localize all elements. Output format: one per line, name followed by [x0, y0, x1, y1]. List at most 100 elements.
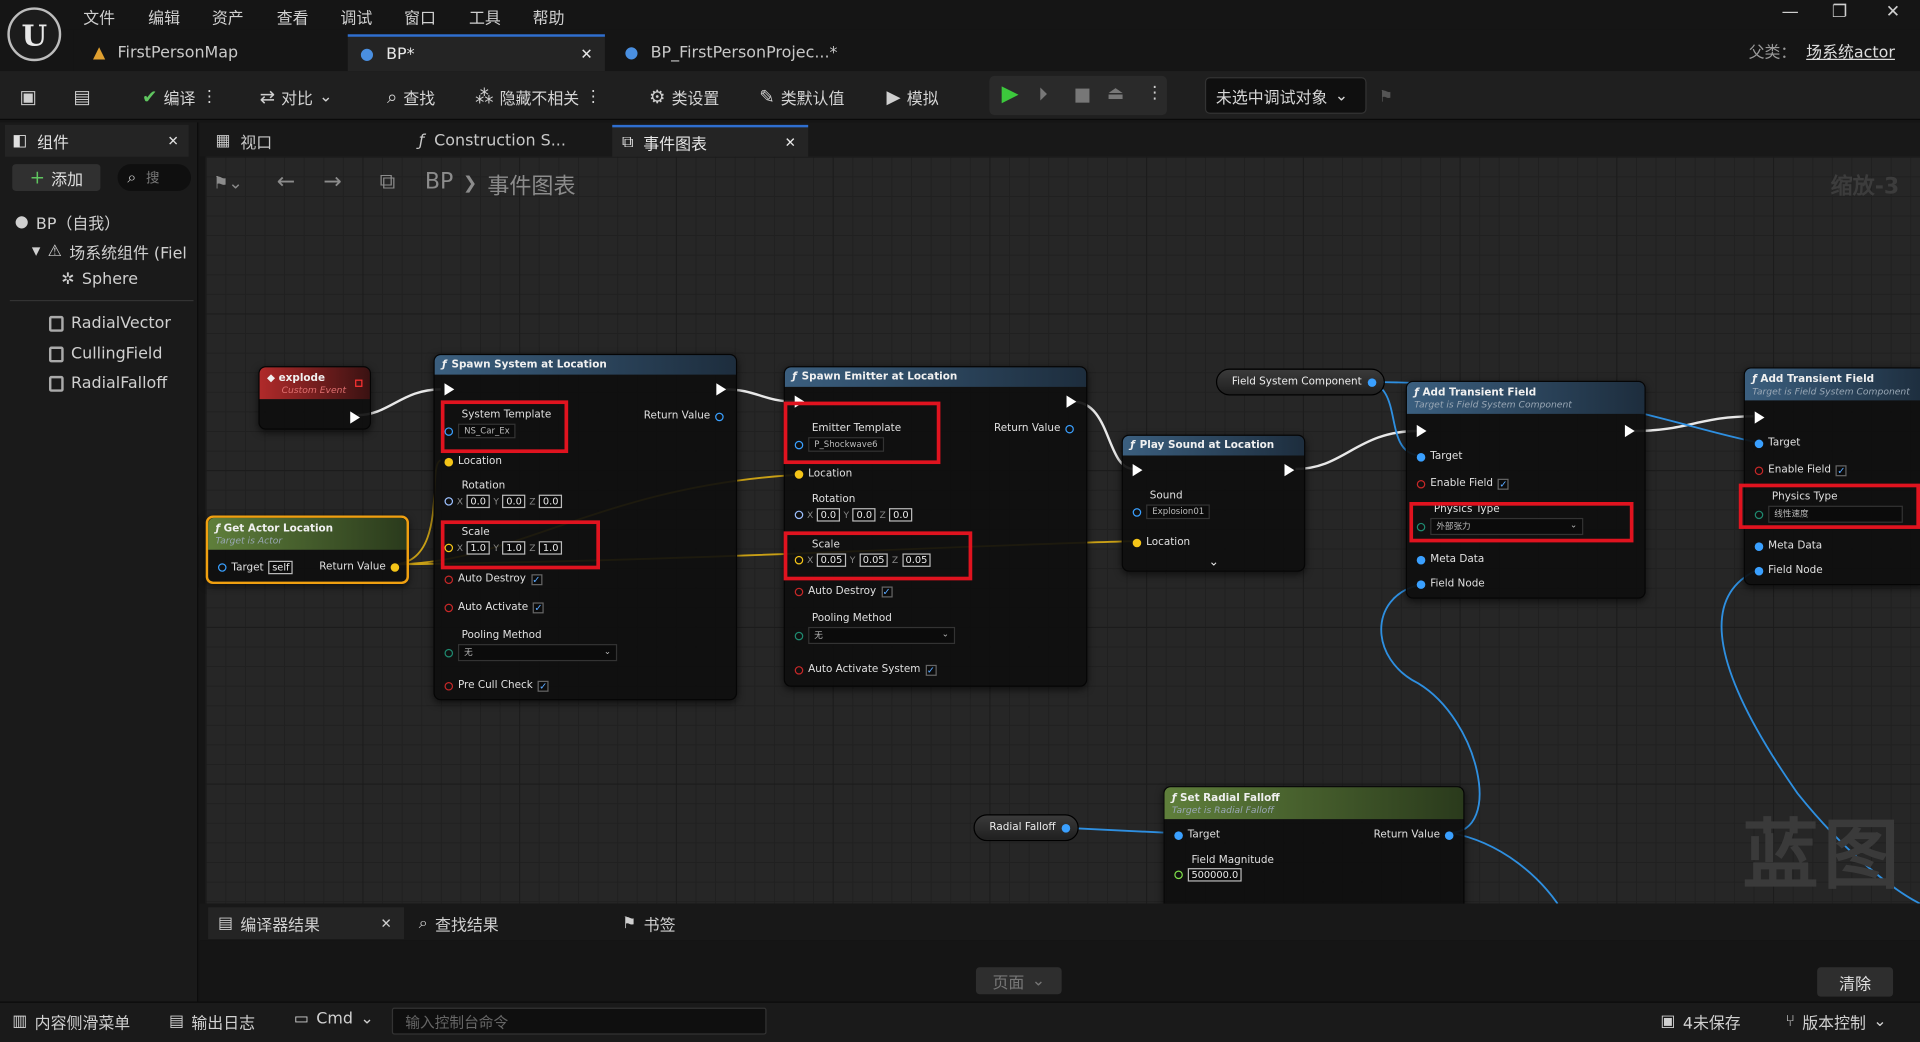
collapse-arrow-icon[interactable]: ▼	[32, 245, 40, 257]
exec-in-pin[interactable]	[1754, 411, 1765, 424]
scale-pin[interactable]: Scale X 0.05 Y 0.05 Z 0.05	[794, 539, 932, 567]
scale-x[interactable]: 1.0	[466, 541, 490, 555]
node-get-actor-location[interactable]: ƒ Get Actor Location Target is Actor Tar…	[205, 515, 409, 585]
save-button[interactable]: ▣	[20, 81, 37, 113]
location-pin[interactable]: Location	[1132, 536, 1190, 549]
pooling-select[interactable]: 无 ⌄	[457, 644, 618, 662]
find-button[interactable]: ⌕ 查找	[387, 81, 435, 113]
page-dropdown[interactable]: 页面 ⌄	[975, 967, 1062, 995]
return-value-pin[interactable]: Return Value	[319, 561, 400, 573]
tab-compiler-results[interactable]: ▤ 编译器结果 ✕	[208, 907, 405, 940]
close-panel-icon[interactable]: ✕	[167, 133, 178, 149]
pooling-method-pin[interactable]: Pooling Method 无 ⌄	[444, 629, 618, 662]
auto-activate-checkbox[interactable]: ✓	[533, 601, 545, 613]
target-pin[interactable]: Target	[1754, 437, 1800, 449]
simulate-button[interactable]: ▶ 模拟	[887, 81, 939, 113]
more-options-icon[interactable]: ⋮	[202, 88, 218, 106]
close-window-button[interactable]: ✕	[1886, 2, 1900, 22]
breadcrumb-root[interactable]: BP	[425, 169, 453, 195]
scale-x[interactable]: 0.05	[816, 553, 847, 567]
target-pin[interactable]: Target	[1174, 829, 1220, 841]
component-search-input[interactable]: ⌕ 搜	[117, 164, 192, 192]
auto-activate-system-checkbox[interactable]: ✓	[925, 664, 937, 676]
cmd-dropdown[interactable]: ▭ Cmd ⌄	[294, 1010, 374, 1028]
menu-file[interactable]: 文件	[83, 5, 115, 28]
auto-activate-pin[interactable]: Auto Activate ✓	[444, 601, 545, 613]
scale-y[interactable]: 1.0	[502, 541, 526, 555]
more-options-icon[interactable]: ⋮	[585, 88, 601, 106]
location-pin[interactable]: Location	[794, 468, 852, 480]
back-arrow-icon[interactable]: ←	[277, 169, 295, 195]
variable-radialvector[interactable]: RadialVector	[48, 315, 171, 333]
return-value-pin[interactable]: Return Value	[1374, 829, 1454, 841]
node-spawn-system-at-location[interactable]: ƒ Spawn System at Location System Templa…	[433, 353, 738, 701]
tab-bp[interactable]: ● BP* ✕	[347, 34, 605, 72]
location-pin[interactable]: Location	[444, 455, 502, 468]
content-drawer-button[interactable]: ▥ 内容侧滑菜单	[12, 1010, 130, 1034]
stop-icon[interactable]: ■	[1074, 83, 1091, 105]
field-magnitude-pin[interactable]: Field Magnitude 500000.0	[1174, 855, 1274, 882]
emitter-template-pin[interactable]: Emitter Template P_Shockwave6	[794, 422, 901, 452]
sound-pin[interactable]: Sound Explosion01	[1132, 490, 1211, 520]
enable-field-pin[interactable]: Enable Field ✓	[1416, 478, 1509, 490]
target-value[interactable]: self	[268, 560, 294, 575]
field-node-pin[interactable]: Field Node	[1754, 564, 1823, 577]
node-explode-event[interactable]: ◆ explode Custom Event	[258, 366, 372, 430]
exec-out-pin[interactable]	[716, 383, 727, 396]
rotation-pin[interactable]: Rotation X 0.0 Y 0.0 Z 0.0	[794, 493, 913, 522]
class-defaults-button[interactable]: ✎ 类默认值	[759, 81, 844, 113]
compile-button[interactable]: ✔ 编译 ⋮	[142, 81, 217, 113]
pooling-method-pin[interactable]: Pooling Method 无 ⌄	[794, 612, 956, 645]
graph-hierarchy-icon[interactable]: ⧉	[380, 169, 396, 195]
browse-button[interactable]: ▤	[73, 81, 90, 113]
debug-filter-icon[interactable]: ⚑	[1379, 81, 1393, 113]
parent-class-link[interactable]: 场系统actor	[1806, 39, 1895, 62]
auto-destroy-checkbox[interactable]: ✓	[881, 585, 893, 597]
console-command-input[interactable]: 输入控制台命令	[391, 1007, 767, 1035]
close-tab-icon[interactable]: ✕	[785, 134, 796, 150]
enable-field-checkbox[interactable]: ✓	[1497, 478, 1509, 490]
pre-cull-checkbox[interactable]: ✓	[537, 680, 549, 692]
rotation-pin[interactable]: Rotation X 0.0 Y 0.0 Z 0.0	[444, 480, 563, 509]
close-tab-icon[interactable]: ✕	[580, 45, 592, 62]
node-spawn-emitter-at-location[interactable]: ƒ Spawn Emitter at Location Emitter Temp…	[783, 366, 1088, 687]
tab-bp-firstpersonprojectile[interactable]: ● BP_FirstPersonProjec...*	[612, 34, 869, 71]
menu-edit[interactable]: 编辑	[148, 5, 180, 28]
source-control-button[interactable]: ⑂ 版本控制 ⌄	[1785, 1010, 1886, 1034]
field-node-pin[interactable]: Field Node	[1416, 578, 1485, 590]
bookmark-icon[interactable]: ⚑⌄	[213, 174, 243, 194]
menu-tools[interactable]: 工具	[469, 5, 501, 28]
minimize-button[interactable]: —	[1782, 2, 1799, 22]
physics-type-select[interactable]: 线性速度	[1768, 505, 1903, 523]
menu-help[interactable]: 帮助	[533, 5, 565, 28]
template-select[interactable]: P_Shockwave6	[808, 437, 884, 452]
rotation-z[interactable]: 0.0	[889, 508, 913, 522]
exec-out-pin[interactable]	[350, 411, 361, 424]
tree-item-sphere[interactable]: ✲ Sphere	[61, 271, 138, 289]
tab-viewport[interactable]: ▦ 视口	[206, 125, 402, 157]
rotation-x[interactable]: 0.0	[466, 494, 490, 509]
menu-window[interactable]: 窗口	[404, 5, 436, 28]
variable-cullingfield[interactable]: CullingField	[48, 345, 162, 364]
node-set-radial-falloff[interactable]: ƒ Set Radial Falloff Target is Radial Fa…	[1163, 786, 1465, 904]
target-pin[interactable]: Target self	[217, 560, 294, 575]
rotation-x[interactable]: 0.0	[816, 508, 840, 522]
tab-find-results[interactable]: ⌕ 查找结果	[409, 907, 605, 939]
tab-firstpersonmap[interactable]: ▲ FirstPersonMap	[81, 34, 338, 71]
tree-item-field-system-component[interactable]: ▼ ⚠ 场系统组件 (Fiel	[32, 240, 187, 263]
menu-debug[interactable]: 调试	[340, 5, 372, 28]
return-value-pin[interactable]: Return Value	[994, 422, 1074, 435]
variable-node-field-system-component[interactable]: Field System Component	[1215, 368, 1386, 396]
node-play-sound-at-location[interactable]: ƒ Play Sound at Location Sound Explosion…	[1121, 434, 1306, 572]
diff-button[interactable]: ⇄ 对比 ⌄	[260, 81, 333, 113]
node-add-transient-field-2[interactable]: ƒ Add Transient Field Target is Field Sy…	[1743, 367, 1920, 586]
enable-field-pin[interactable]: Enable Field ✓	[1754, 464, 1847, 476]
maximize-button[interactable]: ❐	[1832, 2, 1847, 22]
tab-event-graph[interactable]: ⧉ 事件图表 ✕	[612, 124, 809, 157]
template-select[interactable]: NS_Car_Ex	[457, 423, 516, 439]
output-log-button[interactable]: ▤ 输出日志	[169, 1010, 255, 1034]
scale-z[interactable]: 0.05	[901, 553, 932, 567]
clear-button[interactable]: 清除	[1817, 967, 1894, 997]
meta-data-pin[interactable]: Meta Data	[1416, 553, 1484, 566]
play-icon[interactable]: ▶	[1002, 81, 1019, 107]
